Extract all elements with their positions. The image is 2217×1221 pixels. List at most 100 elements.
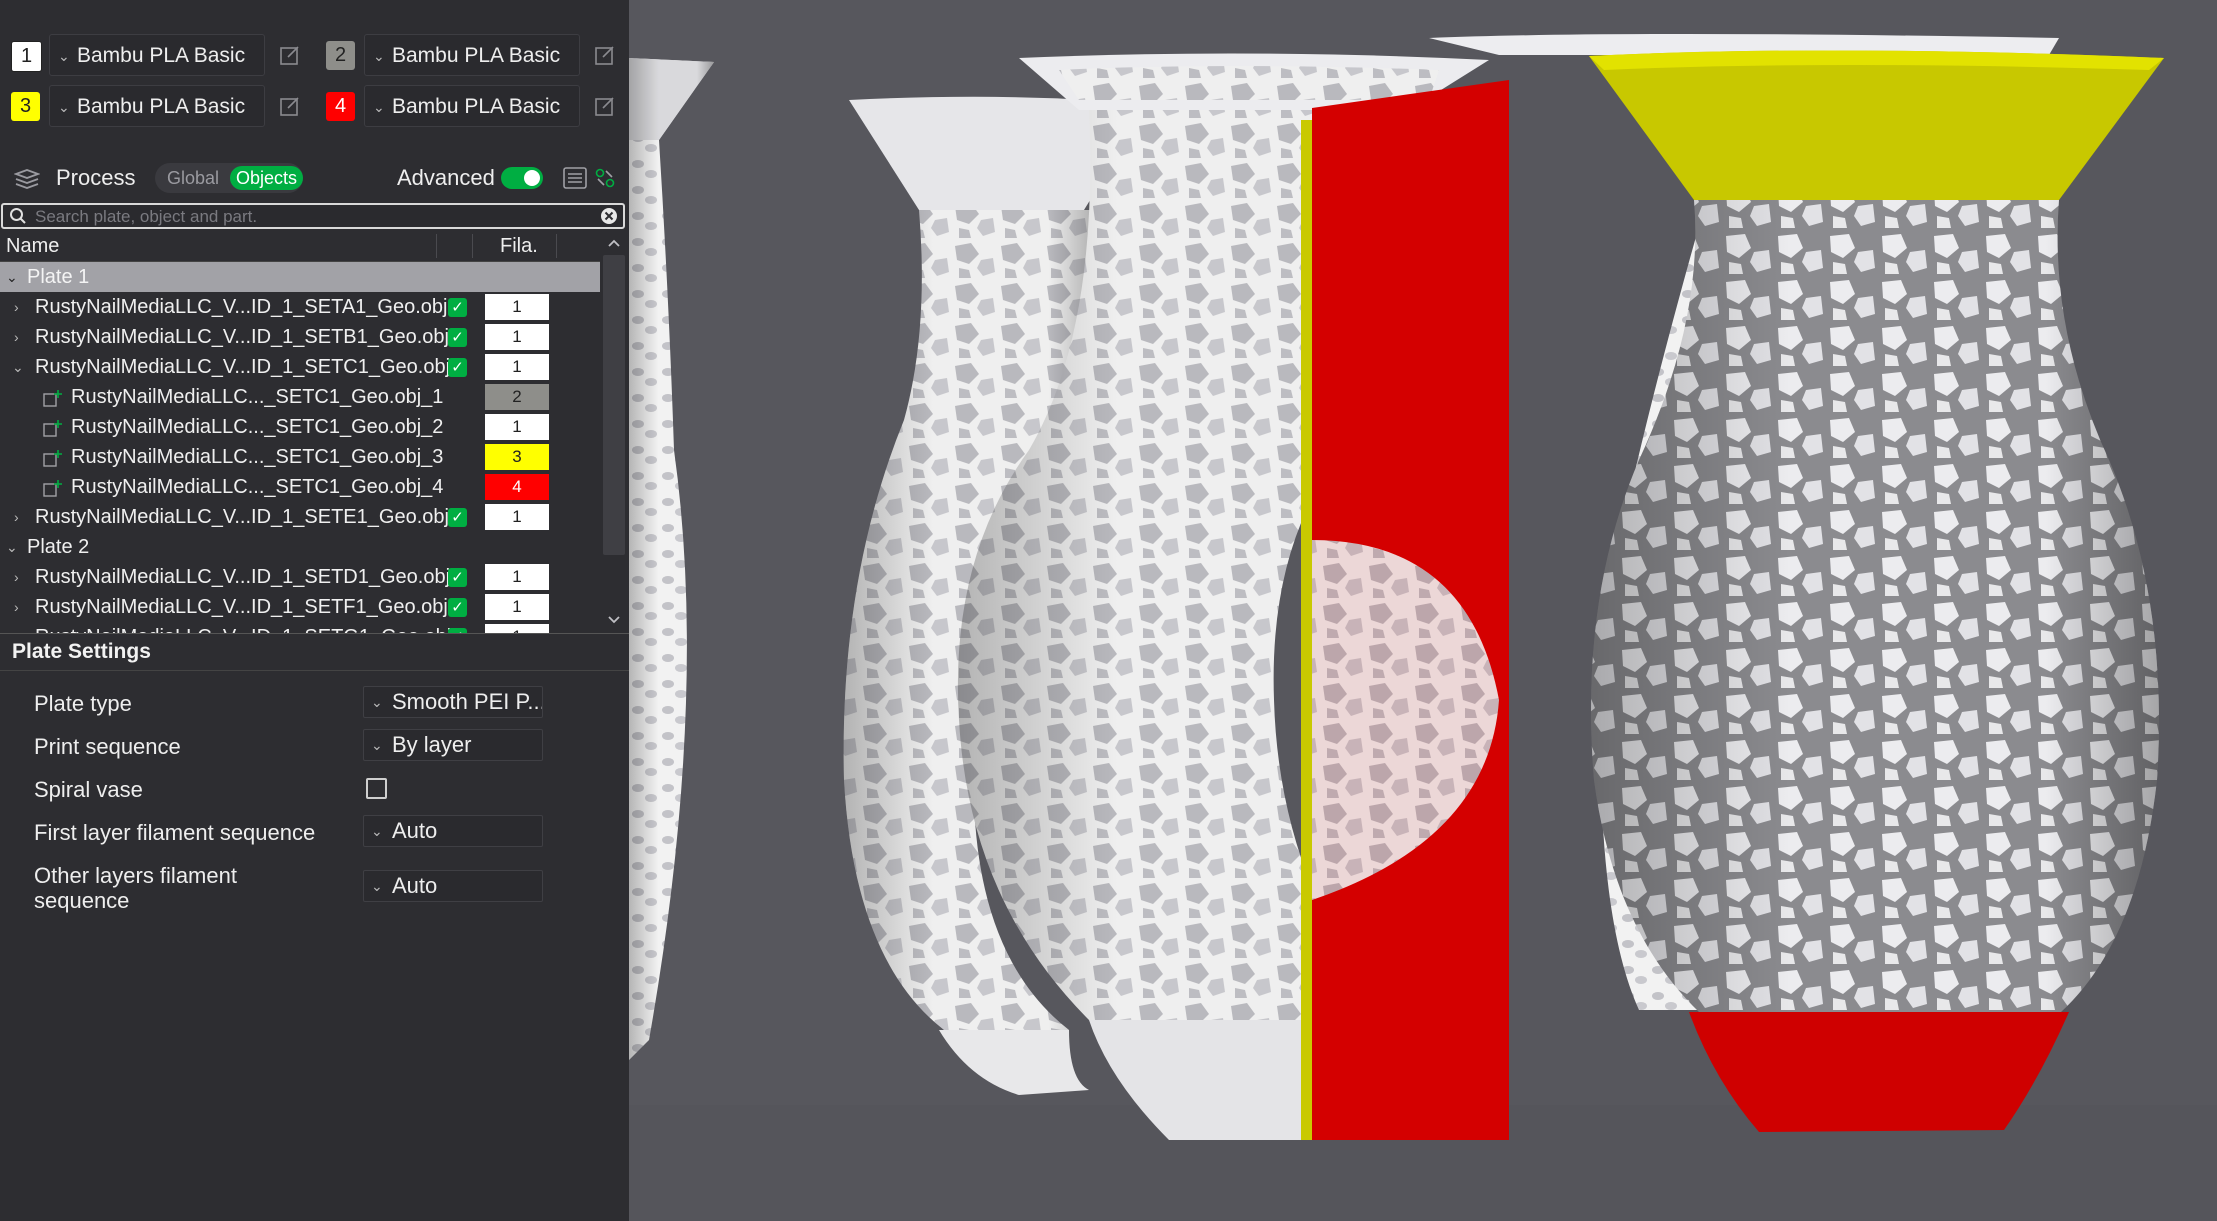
collapse-icon[interactable]: ⌄	[6, 532, 18, 562]
object-checkbox[interactable]: ✓	[448, 358, 467, 377]
chevron-down-icon: ⌄	[373, 48, 385, 64]
other-layers-sequence-label-line2: sequence	[34, 888, 130, 913]
plate-type-select[interactable]: ⌄ Smooth PEI P...	[363, 686, 543, 718]
edit-icon[interactable]	[594, 44, 616, 66]
object-checkbox[interactable]: ✓	[448, 508, 467, 527]
toggle-knob	[524, 170, 540, 186]
object-label: RustyNailMediaLLC_V...ID_1_SETE1_Geo.obj	[35, 506, 449, 528]
filament-badge[interactable]: 1	[485, 624, 549, 633]
vase-right-multicolor[interactable]	[1589, 50, 2164, 1132]
expand-icon[interactable]: ›	[14, 322, 19, 352]
part-icon	[43, 450, 62, 467]
tree-scrollbar-thumb[interactable]	[603, 255, 625, 555]
advanced-label: Advanced	[397, 165, 495, 190]
tree-object-row[interactable]: › RustyNailMediaLLC_V...ID_1_SETD1_Geo.o…	[0, 562, 600, 592]
filament-badge[interactable]: 3	[485, 444, 549, 470]
filament-badge[interactable]: 1	[485, 414, 549, 440]
expand-icon[interactable]: ›	[14, 562, 19, 592]
list-view-icon[interactable]	[563, 167, 587, 189]
filament-2-swatch[interactable]: 2	[326, 41, 355, 70]
filament-1-select[interactable]: ⌄ Bambu PLA Basic	[49, 34, 265, 76]
vase-far-left[interactable]	[629, 58, 714, 1060]
expand-icon[interactable]: ›	[14, 292, 19, 322]
tree-plate-row[interactable]: ⌄ Plate 2	[0, 532, 600, 562]
filament-1-name: Bambu PLA Basic	[77, 44, 246, 67]
3d-viewport[interactable]	[629, 0, 2217, 1221]
tree-object-row[interactable]: › RustyNailMediaLLC_V...ID_1_SETG1_Geo.o…	[0, 622, 600, 633]
tree-part-row[interactable]: RustyNailMediaLLC..._SETC1_Geo.obj_2 1	[0, 412, 600, 442]
filament-badge[interactable]: 1	[485, 324, 549, 350]
object-checkbox[interactable]: ✓	[448, 568, 467, 587]
part-label: RustyNailMediaLLC..._SETC1_Geo.obj_3	[71, 446, 444, 468]
filament-3-select[interactable]: ⌄ Bambu PLA Basic	[49, 85, 265, 127]
vase-models[interactable]	[629, 0, 2217, 1221]
part-label: RustyNailMediaLLC..._SETC1_Geo.obj_4	[71, 476, 444, 498]
column-divider	[556, 234, 557, 258]
collapse-icon[interactable]: ⌄	[12, 352, 24, 382]
first-layer-sequence-select[interactable]: ⌄ Auto	[363, 815, 543, 847]
scroll-up-icon[interactable]	[607, 238, 621, 248]
filament-3-swatch[interactable]: 3	[11, 92, 40, 121]
tree-header: Name Fila.	[0, 231, 600, 262]
tree-object-row[interactable]: › RustyNailMediaLLC_V...ID_1_SETA1_Geo.o…	[0, 292, 600, 322]
column-divider	[472, 234, 473, 258]
filament-badge[interactable]: 1	[485, 564, 549, 590]
filament-badge[interactable]: 1	[485, 594, 549, 620]
tree-part-row[interactable]: RustyNailMediaLLC..._SETC1_Geo.obj_3 3	[0, 442, 600, 472]
filament-4-swatch[interactable]: 4	[326, 92, 355, 121]
tree-object-row[interactable]: ⌄ RustyNailMediaLLC_V...ID_1_SETC1_Geo.o…	[0, 352, 600, 382]
other-layers-sequence-select[interactable]: ⌄ Auto	[363, 870, 543, 902]
left-panel: 1 ⌄ Bambu PLA Basic 2 ⌄ Bambu PLA Basic …	[0, 0, 629, 1221]
tree-object-row[interactable]: › RustyNailMediaLLC_V...ID_1_SETE1_Geo.o…	[0, 502, 600, 532]
expand-icon[interactable]: ›	[14, 622, 19, 633]
filament-badge[interactable]: 1	[485, 504, 549, 530]
spiral-vase-checkbox[interactable]	[366, 778, 387, 799]
first-layer-sequence-value: Auto	[392, 818, 438, 843]
tree-object-row[interactable]: › RustyNailMediaLLC_V...ID_1_SETB1_Geo.o…	[0, 322, 600, 352]
chevron-down-icon: ⌄	[371, 823, 383, 839]
filament-2-select[interactable]: ⌄ Bambu PLA Basic	[364, 34, 580, 76]
scroll-down-icon[interactable]	[607, 615, 621, 625]
object-checkbox[interactable]: ✓	[448, 298, 467, 317]
tree-plate-row[interactable]: ⌄ Plate 1	[0, 262, 600, 292]
process-title: Process	[56, 165, 136, 190]
object-checkbox[interactable]: ✓	[448, 598, 467, 617]
clear-search-icon[interactable]	[600, 207, 618, 225]
filament-badge[interactable]: 2	[485, 384, 549, 410]
filament-3-name: Bambu PLA Basic	[77, 95, 246, 118]
filament-badge[interactable]: 1	[485, 354, 549, 380]
search-icon	[10, 208, 26, 224]
tree-object-row[interactable]: › RustyNailMediaLLC_V...ID_1_SETF1_Geo.o…	[0, 592, 600, 622]
object-settings-icon[interactable]	[594, 167, 616, 189]
column-fila-header[interactable]: Fila.	[500, 231, 538, 261]
layers-icon	[14, 169, 40, 189]
edit-icon[interactable]	[279, 95, 301, 117]
object-label: RustyNailMediaLLC_V...ID_1_SETG1_Geo.obj	[35, 622, 451, 633]
column-divider	[436, 234, 437, 258]
objects-option[interactable]: Objects	[230, 166, 304, 190]
tree-part-row[interactable]: RustyNailMediaLLC..._SETC1_Geo.obj_4 4	[0, 472, 600, 502]
object-checkbox[interactable]: ✓	[448, 328, 467, 347]
edit-icon[interactable]	[594, 95, 616, 117]
chevron-down-icon: ⌄	[371, 878, 383, 894]
search-box[interactable]	[1, 203, 625, 229]
filament-badge[interactable]: 4	[485, 474, 549, 500]
column-name-header[interactable]: Name	[6, 231, 59, 261]
collapse-icon[interactable]: ⌄	[6, 262, 18, 292]
tree-part-row[interactable]: RustyNailMediaLLC..._SETC1_Geo.obj_1 2	[0, 382, 600, 412]
advanced-toggle[interactable]	[501, 167, 543, 189]
print-sequence-select[interactable]: ⌄ By layer	[363, 729, 543, 761]
other-layers-sequence-label: Other layers filament	[34, 863, 237, 888]
filament-1-swatch[interactable]: 1	[11, 41, 42, 72]
global-option[interactable]: Global	[167, 168, 219, 189]
search-input[interactable]	[33, 206, 597, 228]
part-label: RustyNailMediaLLC..._SETC1_Geo.obj_2	[71, 416, 444, 438]
object-label: RustyNailMediaLLC_V...ID_1_SETD1_Geo.obj	[35, 566, 451, 588]
global-objects-switch[interactable]: Global Objects	[155, 163, 304, 193]
filament-4-select[interactable]: ⌄ Bambu PLA Basic	[364, 85, 580, 127]
expand-icon[interactable]: ›	[14, 592, 19, 622]
filament-badge[interactable]: 1	[485, 294, 549, 320]
expand-icon[interactable]: ›	[14, 502, 19, 532]
filament-2-name: Bambu PLA Basic	[392, 44, 561, 67]
edit-icon[interactable]	[279, 44, 301, 66]
